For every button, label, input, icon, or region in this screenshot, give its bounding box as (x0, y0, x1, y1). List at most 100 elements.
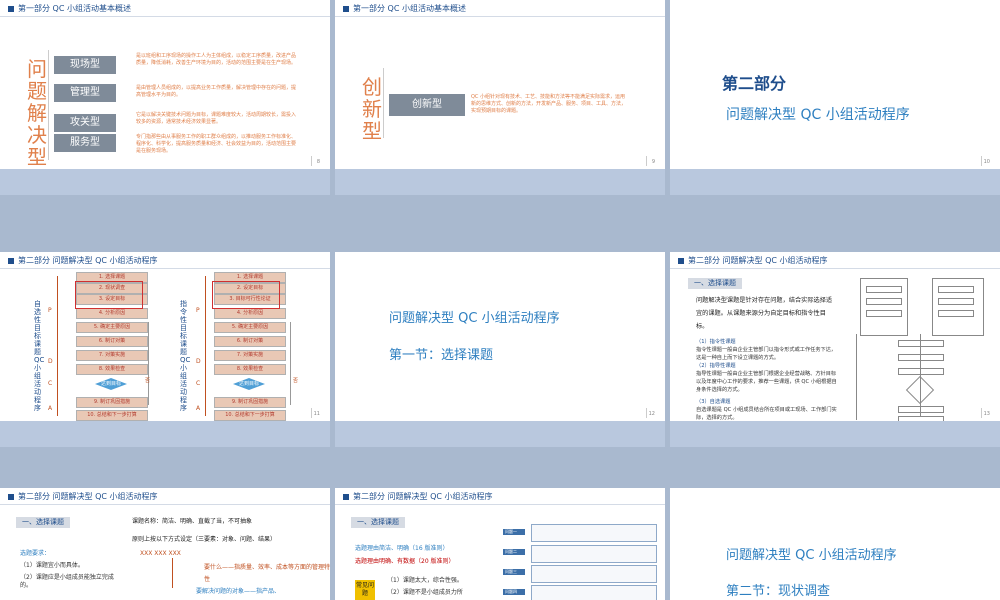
slide-8[interactable]: 第一部分 QC 小组活动基本概述 问题解决型 现场型 管理型 攻关型 服务型 是… (0, 0, 330, 195)
right-step-11: 10. 总结和下一步打算 (214, 410, 286, 421)
header-title: 第一部分 QC 小组活动基本概述 (353, 4, 466, 13)
slide-12[interactable]: 问题解决型 QC 小组活动程序 第一节：选择课题 12 (335, 252, 665, 447)
right-procedure-label: 指令性目标课题QC小组活动程序 (180, 300, 191, 412)
section-title: 问题解决型 QC 小组活动程序 (726, 548, 897, 563)
type-box-field: 现场型 (54, 56, 116, 74)
item-1-body: 指令性课题一般由企业主管部门以指令形式或工作任务下达，这是一种自上而下设立课题的… (696, 347, 837, 361)
header-square-icon (8, 258, 14, 264)
section-subtitle: 问题解决型 QC 小组活动程序 (726, 107, 910, 123)
slide-11[interactable]: 第二部分 问题解决型 QC 小组活动程序 自选性目标课题QC小组活动程序 指令性… (0, 252, 330, 447)
flow-diagram (854, 274, 990, 423)
desc-field: 是以班组和工序现场的操作工人为主体组成，以稳定工序质量，改进产品质量，降低消耗，… (136, 53, 297, 66)
type-box-management: 管理型 (54, 84, 116, 102)
slide-header: 第一部分 QC 小组活动基本概述 (0, 0, 330, 17)
page-number: 12 (648, 411, 655, 417)
pdca-p: P (48, 307, 52, 314)
right-step-4: 4. 分析原因 (214, 308, 286, 319)
item-2-title: （2）指导性课题 (696, 363, 736, 369)
problem-1: （1）课题太大，综合性强。 (387, 577, 463, 584)
header-title: 第二部分 问题解决型 QC 小组活动程序 (18, 256, 158, 265)
pdca-d-right: D (196, 358, 201, 365)
reason-16: 选题理由简洁、明确（16 版准则） (355, 545, 449, 552)
type-box-innovation: 创新型 (389, 94, 465, 116)
no-label-left: 否 (145, 378, 151, 384)
footer-band (0, 169, 330, 195)
slide-9[interactable]: 第一部分 QC 小组活动基本概述 创新型 创新型 QC 小组针对现有技术、工艺、… (335, 0, 665, 195)
item-3-body: 自选课题是 QC 小组成员结合所在项目或工现场、工作部门实际，选择的方式。 (696, 407, 837, 421)
pdca-c-right: C (196, 380, 201, 387)
header-square-icon (343, 494, 349, 500)
pdca-c: C (48, 380, 53, 387)
problem-box-4 (531, 585, 657, 600)
slide-header: 第二部分 问题解决型 QC 小组活动程序 (670, 252, 1000, 269)
divider (48, 50, 49, 160)
right-step-5: 5. 确定主要原因 (214, 322, 286, 333)
slide-10[interactable]: 第二部分 问题解决型 QC 小组活动程序 10 (670, 0, 1000, 195)
right-step-6: 6. 制订对策 (214, 336, 286, 347)
pdca-axis (57, 276, 58, 416)
section-title: 第二部分 (722, 74, 787, 93)
header-square-icon (8, 494, 14, 500)
page-divider (981, 408, 982, 418)
slide-13[interactable]: 第二部分 问题解决型 QC 小组活动程序 一、选择课题 问题解决型课题是针对存在… (670, 252, 1000, 447)
footer-band (335, 169, 665, 195)
pdca-d: D (48, 358, 53, 365)
footer-band (670, 421, 1000, 447)
page-divider (646, 156, 647, 166)
section-tag: 一、选择课题 (16, 517, 70, 528)
section-title: 问题解决型 QC 小组活动程序 (389, 311, 560, 326)
left-step-11: 10. 总结和下一步打算 (76, 410, 148, 421)
pdca-a: A (48, 405, 53, 412)
slide-header: 第二部分 问题解决型 QC 小组活动程序 (0, 252, 330, 269)
page-divider (311, 408, 312, 418)
section-subtitle: 第一节：选择课题 (389, 348, 494, 363)
problem-box-3 (531, 565, 657, 583)
right-highlight-frame (212, 281, 280, 309)
divider (383, 68, 384, 138)
left-step-6: 6. 制订对策 (76, 336, 148, 347)
pdca-axis-right (205, 276, 206, 416)
left-step-8: 8. 效果检查 (76, 364, 148, 375)
problem-tag-label-2: 问题二 (505, 549, 517, 554)
header-title: 第一部分 QC 小组活动基本概述 (18, 4, 131, 13)
header-square-icon (678, 258, 684, 264)
page-divider (646, 408, 647, 418)
pdca-p-right: P (196, 307, 200, 314)
header-square-icon (343, 6, 349, 12)
common-issue-badge: 常见问题 (355, 580, 375, 600)
req-1: （1）课题宜小而具体。 (20, 562, 84, 569)
innovation-desc: QC 小组针对现有技术、工艺、技能和方法等不能满足实际需求，运用新的思维方式、创… (471, 94, 627, 114)
what-note: 要什么——指质量、效率、成本等方面的管理特性 (204, 564, 330, 583)
left-highlight-frame (75, 281, 143, 309)
page-number: 13 (983, 411, 990, 417)
right-step-10: 9. 制订巩固措施 (214, 397, 286, 408)
pdca-a-right: A (196, 405, 201, 412)
loop-line-left (148, 322, 149, 405)
type-box-service: 服务型 (54, 134, 116, 152)
left-procedure-label: 自选性目标课题QC小组活动程序 (34, 300, 45, 412)
problem-tag-label-3: 问题三 (505, 569, 517, 574)
vertical-title: 创新型 (362, 75, 382, 143)
name-line: 课题名称：简洁、明确、直截了当，不可抽象 (132, 518, 253, 525)
slide-16[interactable]: 问题解决型 QC 小组活动程序 第二节：现状调查 (670, 488, 1000, 600)
left-step-4: 4. 分析原因 (76, 308, 148, 319)
solve-note: 要解决问题的对象——指产品、 (196, 588, 281, 595)
intro-paragraph: 问题解决型课题是针对存在问题，结合实际选择适宜的课题。从课题来源分为自定目标和指… (696, 297, 833, 330)
left-step-10: 9. 制订巩固措施 (76, 397, 148, 408)
problem-box-1 (531, 524, 657, 542)
req-title: 选题要求： (20, 550, 51, 557)
slide-15[interactable]: 第二部分 问题解决型 QC 小组活动程序 一、选择课题 选题理由简洁、明确（16… (335, 488, 665, 600)
page-number: 10 (983, 159, 990, 165)
section-tag: 一、选择课题 (688, 278, 742, 289)
problem-tag-label-1: 问题一 (505, 529, 517, 534)
req-2: （2）课题应是小组成员能独立完成的。 (20, 574, 114, 589)
header-title: 第二部分 问题解决型 QC 小组活动程序 (353, 492, 493, 501)
slide-header: 第一部分 QC 小组活动基本概述 (335, 0, 665, 17)
header-title: 第二部分 问题解决型 QC 小组活动程序 (688, 256, 828, 265)
desc-tackle: 它是以解决关键技术问题为目标，课题难度较大，活动周期较长，需投入较多的资源，通常… (136, 112, 297, 125)
right-step-8: 8. 效果检查 (214, 364, 286, 375)
problem-tag-label-4: 问题四 (505, 589, 517, 594)
left-step-7: 7. 对策实施 (76, 350, 148, 361)
slide-14[interactable]: 第二部分 问题解决型 QC 小组活动程序 一、选择课题 课题名称：简洁、明确、直… (0, 488, 330, 600)
desc-management: 是由管理人员组成的，以提高业务工作质量，解决管理中存在的问题，提高管理水平为目的… (136, 85, 297, 98)
